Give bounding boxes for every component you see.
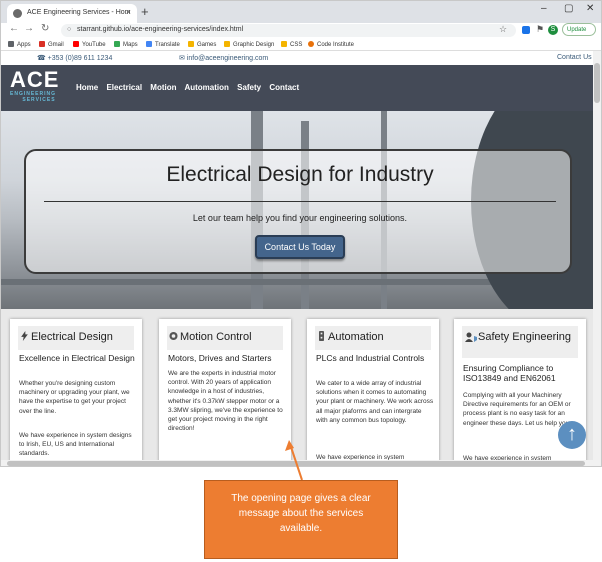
annotation-arrow [285, 440, 303, 481]
annotation-callout: The opening page gives a clear message a… [204, 480, 398, 559]
